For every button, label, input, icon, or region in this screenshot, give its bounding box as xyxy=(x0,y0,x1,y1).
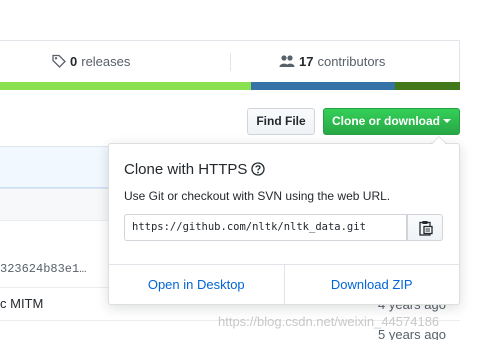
contributors-label: contributors xyxy=(317,54,386,69)
commit-message[interactable]: c MITM xyxy=(0,296,43,311)
popover-title: Clone with HTTPS xyxy=(124,161,266,180)
contributors-count: 17 xyxy=(299,54,314,69)
popover-footer: Open in Desktop Download ZIP xyxy=(109,264,459,305)
find-file-button[interactable]: Find File xyxy=(247,108,315,135)
caret-down-icon xyxy=(443,119,451,123)
releases-count: 0 xyxy=(70,54,78,69)
clone-url-input[interactable]: https://github.com/nltk/nltk_data.git xyxy=(124,214,407,241)
language-segment-3 xyxy=(395,82,460,90)
clone-download-button[interactable]: Clone or download xyxy=(323,108,460,135)
open-in-desktop-link[interactable]: Open in Desktop xyxy=(109,265,284,305)
language-bar[interactable] xyxy=(0,82,460,90)
releases-link[interactable]: 0 releases xyxy=(52,54,130,71)
summary-divider xyxy=(230,53,231,71)
tag-icon xyxy=(52,54,66,71)
language-segment-2 xyxy=(251,82,395,90)
popover-title-text: Clone with HTTPS xyxy=(124,161,248,178)
help-icon[interactable] xyxy=(251,162,266,180)
clipboard-icon xyxy=(419,221,433,236)
language-segment-1 xyxy=(0,82,251,90)
watermark: https://blog.csdn.net/weixin_44574186 xyxy=(218,314,440,329)
clone-popover: Clone with HTTPS Use Git or checkout wit… xyxy=(108,136,460,305)
download-zip-link[interactable]: Download ZIP xyxy=(283,265,460,305)
people-icon xyxy=(279,54,295,71)
file-list-header xyxy=(0,188,108,220)
clone-download-label: Clone or download xyxy=(332,114,440,128)
popover-description: Use Git or checkout with SVN using the w… xyxy=(124,189,391,203)
repo-summary-bar: 0 releases 17 contributors xyxy=(0,40,460,82)
releases-label: releases xyxy=(81,54,131,69)
commit-tease-row xyxy=(0,146,108,188)
clone-url-value: https://github.com/nltk/nltk_data.git xyxy=(132,221,366,233)
popover-arrow xyxy=(431,136,447,144)
copy-url-button[interactable] xyxy=(407,214,443,241)
contributors-link[interactable]: 17 contributors xyxy=(279,54,385,71)
commit-sha[interactable]: 323624b83e1… xyxy=(0,262,86,276)
